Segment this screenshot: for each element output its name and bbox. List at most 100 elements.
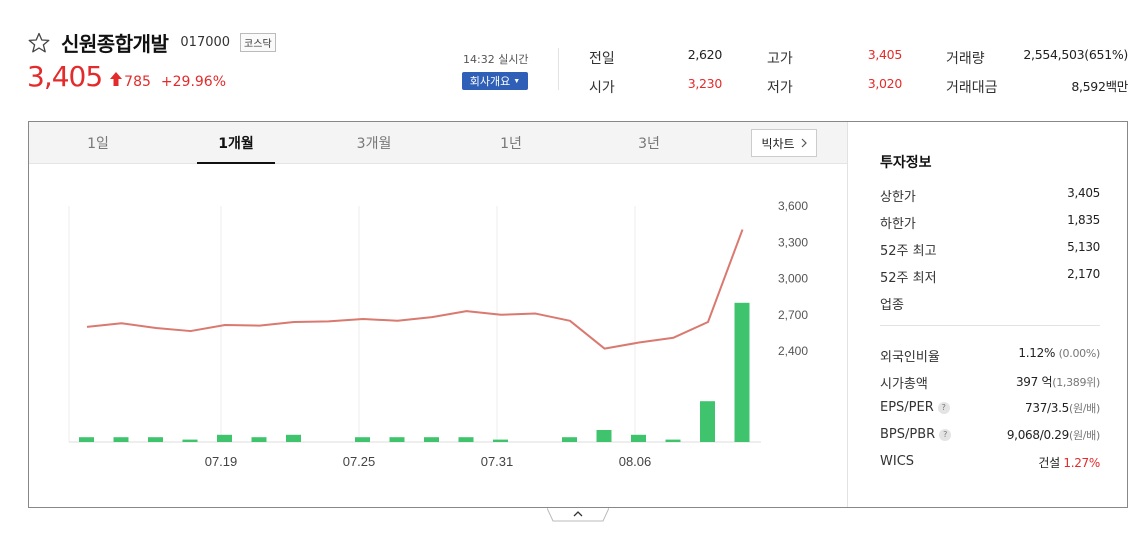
market-badge: 코스닥	[240, 33, 276, 52]
open-label: 시가	[589, 80, 615, 96]
price-row: 3,405 785 +29.96%	[27, 60, 226, 93]
volume-bar	[355, 437, 370, 442]
industry-row: 업종	[880, 294, 1100, 313]
volume-bar	[734, 302, 750, 442]
low52-value: 2,170	[1067, 267, 1100, 281]
y-tick-label: 3,000	[778, 272, 808, 286]
volume-bar	[493, 439, 508, 442]
industry-label: 업종	[880, 298, 904, 313]
volume-bar	[424, 437, 439, 442]
low-label: 저가	[767, 80, 793, 96]
volume-bar	[389, 437, 405, 442]
title-row: 신원종합개발 017000 코스닥	[27, 28, 276, 57]
volume-bar	[217, 434, 232, 442]
stock-widget: 신원종합개발 017000 코스닥 3,405 785 +29.96% 14:3…	[0, 0, 1147, 537]
high52-value: 5,130	[1067, 240, 1100, 254]
stock-name: 신원종합개발	[61, 32, 169, 56]
bigchart-label: 빅차트	[761, 136, 795, 151]
price-change: 785	[124, 74, 151, 90]
tab-1day[interactable]: 1일	[58, 122, 138, 164]
y-tick-label: 2,400	[778, 344, 808, 358]
market-cap-sub: (1,389위)	[1052, 376, 1100, 389]
market-cap-value: 397 억(1,389위)	[1016, 373, 1100, 390]
low52-label: 52주 최저	[880, 271, 937, 286]
favorite-star-icon[interactable]	[27, 31, 51, 55]
x-tick-label: 07.19	[205, 454, 238, 469]
volume-bar	[113, 437, 129, 442]
foreign-ratio-row: 외국인비율 1.12% (0.00%)	[880, 346, 1100, 365]
volume-bar	[631, 434, 646, 442]
volume-bar	[148, 437, 163, 442]
foreign-ratio-main: 1.12%	[1018, 346, 1056, 360]
low52-row: 52주 최저 2,170	[880, 267, 1100, 286]
y-tick-label: 3,600	[778, 199, 808, 213]
volume-bar	[700, 401, 715, 442]
price-chart: 3,600 3,300 3,000 2,700 2,400 07.19 07.25 07.31…	[68, 199, 808, 469]
dropdown-caret-icon: ▼	[513, 77, 521, 85]
current-price: 3,405	[27, 60, 103, 93]
wics-rate: 1.27%	[1063, 456, 1100, 470]
foreign-ratio-value: 1.12% (0.00%)	[1018, 346, 1100, 360]
lower-limit-label: 하한가	[880, 217, 916, 232]
tab-1month[interactable]: 1개월	[197, 122, 275, 164]
market-cap-row: 시가총액 397 억(1,389위)	[880, 373, 1100, 392]
high-value: 3,405	[867, 47, 903, 62]
high-label: 고가	[767, 51, 793, 67]
eps-per-row: EPS/PER? 737/3.5(원/배)	[880, 400, 1100, 418]
bigchart-button[interactable]: 빅차트	[751, 129, 817, 157]
lower-limit-value: 1,835	[1067, 213, 1100, 227]
eps-per-main: 737/3.5	[1025, 401, 1069, 415]
wics-label: WICS	[880, 454, 915, 469]
eps-per-value: 737/3.5(원/배)	[1025, 400, 1100, 416]
volume-bar	[79, 437, 94, 442]
wics-row: WICS 건설 1.27%	[880, 454, 1100, 472]
bps-pbr-text: BPS/PBR	[880, 427, 936, 442]
volume-bar	[286, 434, 301, 442]
y-tick-label: 2,700	[778, 308, 808, 322]
volume-value: 2,554,503(651%)	[1023, 47, 1128, 62]
y-tick-label: 3,300	[778, 235, 808, 249]
help-icon[interactable]: ?	[939, 429, 952, 441]
wics-sector: 건설	[1038, 456, 1060, 470]
x-tick-label: 08.06	[619, 454, 652, 469]
volume-bar	[182, 439, 198, 442]
tab-3month[interactable]: 3개월	[334, 122, 414, 164]
bps-pbr-sub: (원/배)	[1068, 429, 1100, 442]
volume-bar	[562, 437, 577, 442]
low-value: 3,020	[867, 76, 903, 91]
volume-bar	[596, 430, 612, 442]
chart-panel: 1일 1개월 3개월 1년 3년 빅차트 3,600 3,300 3,000 2,70…	[28, 121, 1128, 508]
tab-3year[interactable]: 3년	[609, 122, 689, 164]
upper-limit-label: 상한가	[880, 190, 916, 205]
amount-value: 8,592백만	[1071, 79, 1128, 94]
x-tick-label: 07.31	[481, 454, 514, 469]
invest-info-title: 투자정보	[880, 155, 932, 171]
side-divider	[880, 325, 1100, 326]
upper-limit-row: 상한가 3,405	[880, 186, 1100, 205]
foreign-ratio-label: 외국인비율	[880, 350, 940, 365]
company-overview-button[interactable]: 회사개요 ▼	[462, 72, 528, 90]
lower-limit-row: 하한가 1,835	[880, 213, 1100, 232]
eps-per-text: EPS/PER	[880, 400, 934, 415]
wics-value: 건설 1.27%	[1038, 454, 1100, 471]
realtime-label: 14:32 실시간	[463, 53, 529, 66]
price-change-rate: +29.96%	[160, 74, 227, 90]
eps-per-label: EPS/PER?	[880, 400, 950, 415]
open-value: 3,230	[687, 76, 723, 91]
eps-per-sub: (원/배)	[1068, 402, 1100, 415]
market-cap-main: 397 억	[1015, 375, 1053, 389]
collapse-button[interactable]	[547, 508, 609, 522]
volume-bar	[251, 437, 267, 442]
header-divider	[558, 48, 559, 90]
high52-row: 52주 최고 5,130	[880, 240, 1100, 259]
upper-limit-value: 3,405	[1067, 186, 1100, 200]
volume-bar	[458, 437, 474, 442]
volume-bar	[665, 439, 681, 442]
market-cap-label: 시가총액	[880, 377, 928, 392]
help-icon[interactable]: ?	[937, 402, 950, 414]
tab-1year[interactable]: 1년	[471, 122, 551, 164]
bps-pbr-main: 9,068/0.29	[1006, 428, 1069, 442]
bps-pbr-label: BPS/PBR?	[880, 427, 952, 442]
amount-label: 거래대금	[946, 80, 998, 96]
prev-close-value: 2,620	[687, 47, 723, 62]
